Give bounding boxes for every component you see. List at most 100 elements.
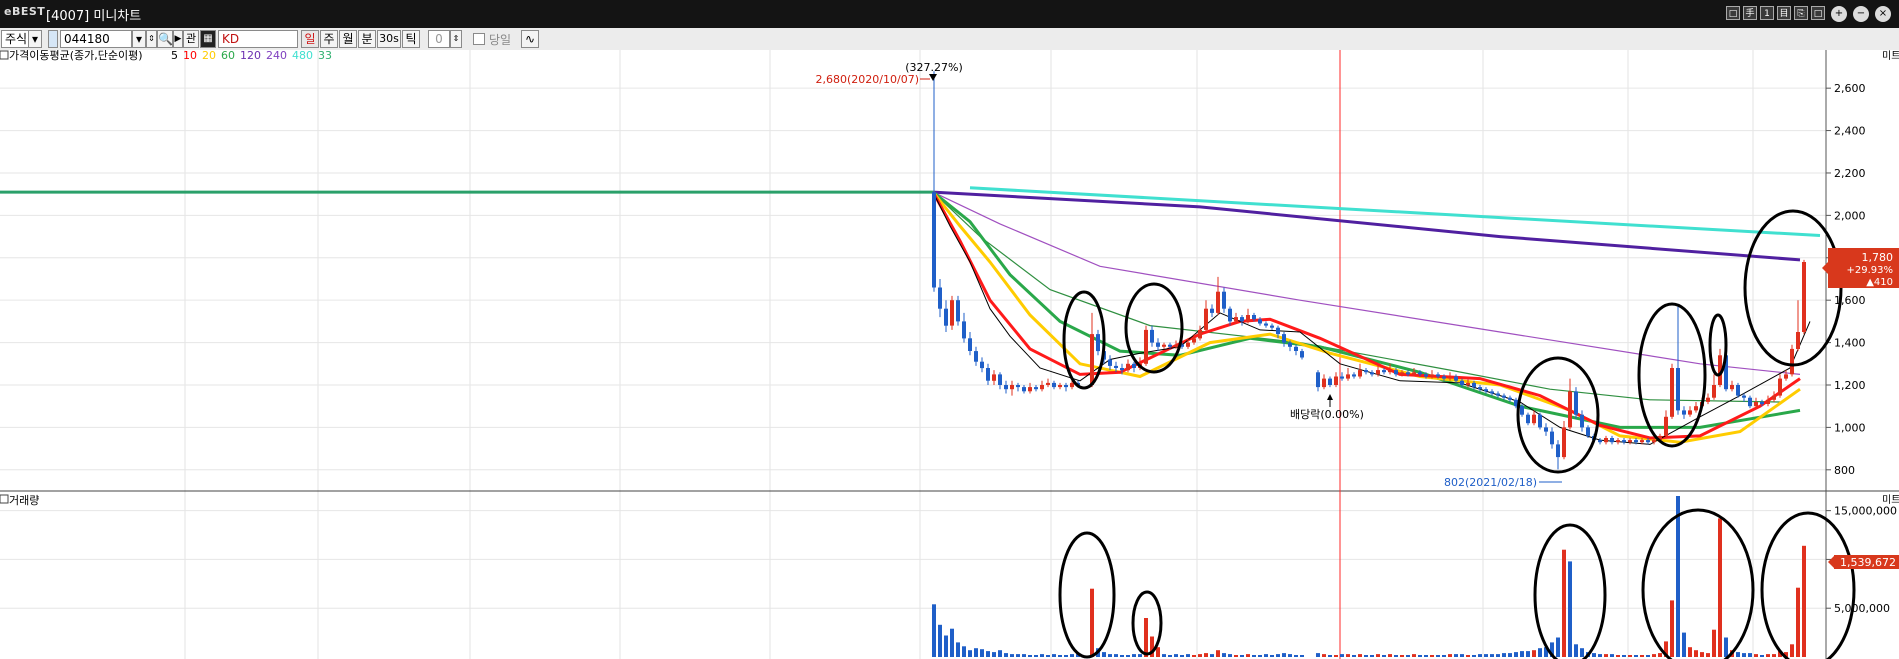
candle-body — [1634, 440, 1638, 443]
volume-bar — [1436, 655, 1440, 657]
period-month-button[interactable]: 월 — [339, 30, 357, 48]
candle-body — [1730, 385, 1734, 390]
layout-one-icon[interactable]: 1 — [1760, 6, 1774, 20]
volume-bar — [1598, 654, 1602, 657]
code-dropdown-icon[interactable]: ▾ — [132, 30, 146, 48]
zoom-out-icon[interactable]: − — [1853, 6, 1869, 22]
candle-body — [1796, 332, 1800, 349]
current-price: 1,780 — [1862, 251, 1894, 264]
volume-bar — [1484, 654, 1488, 657]
candle-body — [1120, 368, 1124, 371]
candle-body — [1424, 374, 1428, 377]
candle-body — [1502, 395, 1506, 398]
layout-icon[interactable]: 目 — [1777, 6, 1791, 20]
candle-body — [1300, 351, 1304, 358]
volume-bar — [1346, 654, 1350, 657]
volume-bar — [1144, 618, 1148, 657]
candle-body — [1064, 385, 1068, 388]
volume-bar — [1760, 655, 1764, 657]
play-icon[interactable]: ▶ — [173, 30, 183, 48]
volume-bar — [1102, 652, 1106, 657]
candle-body — [1222, 291, 1226, 309]
candle-body — [1058, 385, 1062, 388]
volume-bar — [1490, 654, 1494, 657]
volume-toggle-icon[interactable] — [0, 494, 9, 504]
volume-bar — [1646, 655, 1650, 657]
volume-bar — [1412, 654, 1416, 657]
candle-body — [944, 308, 948, 326]
candle-body — [1294, 346, 1298, 351]
candle-body — [932, 192, 936, 288]
volume-bar — [1058, 655, 1062, 657]
candle-body — [1210, 308, 1214, 313]
candle-body — [1526, 414, 1530, 424]
chart-area[interactable]: 2,6002,4002,2002,0001,8001,6001,4001,200… — [0, 50, 1899, 659]
candle-body — [1216, 291, 1220, 313]
volume-bar — [1316, 653, 1320, 657]
indicator-toggle-icon[interactable] — [0, 50, 9, 60]
current-change: ▲410 — [1866, 277, 1893, 288]
volume-bar — [1300, 655, 1304, 657]
volume-bar — [1216, 650, 1220, 657]
stock-code-input[interactable]: 044180 — [60, 30, 132, 48]
candle-body — [1664, 416, 1668, 436]
candle-body — [1646, 440, 1650, 443]
candle-body — [1162, 344, 1166, 347]
volume-bar — [1448, 654, 1452, 657]
stepper-icon[interactable]: ⇕ — [146, 30, 157, 48]
volume-bar — [1514, 652, 1518, 657]
volume-bar — [938, 624, 942, 657]
volume-bar — [1694, 650, 1698, 657]
volume-bar — [1198, 654, 1202, 657]
close-icon[interactable]: × — [1875, 6, 1891, 22]
interval-input[interactable]: 0 — [428, 30, 450, 48]
period-day-button[interactable]: 일 — [301, 30, 319, 48]
volume-bar — [1442, 655, 1446, 657]
volume-bar — [1204, 653, 1208, 657]
period-week-button[interactable]: 주 — [320, 30, 338, 48]
window-icon[interactable]: □ — [1811, 6, 1825, 20]
period-minute-button[interactable]: 분 — [358, 30, 376, 48]
price-tick-label: 2,400 — [1834, 125, 1866, 138]
volume-bar — [1406, 655, 1410, 657]
volume-bar — [1580, 648, 1584, 657]
volume-bar — [1658, 653, 1662, 657]
volume-bar — [1496, 654, 1500, 657]
candle-body — [1430, 374, 1434, 377]
volume-bar — [1652, 654, 1656, 657]
period-tick-button[interactable]: 틱 — [402, 30, 420, 48]
volume-bar — [1070, 654, 1074, 657]
same-day-checkbox[interactable] — [473, 33, 485, 45]
grid-icon[interactable]: ▦ — [200, 30, 216, 48]
candle-body — [1388, 370, 1392, 373]
volume-bar — [1676, 496, 1680, 657]
price-axis-header: 미트 — [1882, 50, 1899, 62]
volume-bar — [974, 648, 978, 657]
copy-icon[interactable]: ⎘ — [1794, 6, 1808, 20]
volume-bar — [1700, 652, 1704, 657]
candle-body — [1328, 378, 1332, 385]
market-dropdown-icon[interactable]: ▾ — [28, 30, 42, 48]
restore-icon[interactable]: □ — [1726, 6, 1740, 20]
period-30s-button[interactable]: 30s — [377, 30, 401, 48]
current-volume-badge: 1,539,672 — [1828, 555, 1899, 569]
volume-bar — [1264, 654, 1268, 657]
volume-bar — [1568, 561, 1572, 657]
interval-stepper-icon[interactable]: ⇕ — [450, 30, 462, 48]
volume-bar — [1052, 654, 1056, 657]
candle-body — [974, 351, 978, 362]
candle-body — [1772, 395, 1776, 400]
candle-body — [1288, 342, 1292, 347]
price-tick-label: 800 — [1834, 464, 1855, 477]
chart-type-button[interactable]: 관 — [183, 30, 199, 48]
volume-bar — [1628, 655, 1632, 657]
volume-bar — [1718, 518, 1722, 657]
drawing-tool-icon[interactable]: ∿ — [521, 30, 539, 48]
volume-bar — [1682, 632, 1686, 657]
ma-legend-item: 60 — [221, 50, 235, 62]
candle-body — [1790, 348, 1794, 375]
zoom-in-icon[interactable]: + — [1831, 6, 1847, 22]
hand-icon[interactable]: 手 — [1743, 6, 1757, 20]
search-icon[interactable]: 🔍 — [157, 30, 173, 48]
volume-bar — [1790, 644, 1794, 657]
